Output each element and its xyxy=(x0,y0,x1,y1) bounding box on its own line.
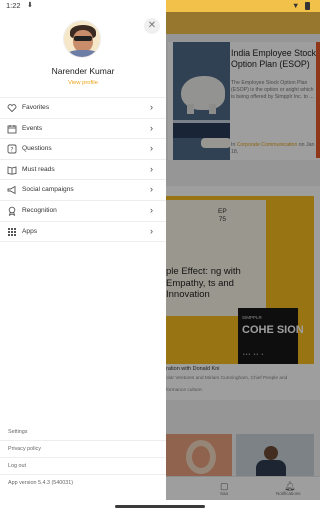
heart-icon xyxy=(7,104,17,113)
privacy-policy-link[interactable]: Privacy policy xyxy=(0,441,166,458)
menu-label: Events xyxy=(22,124,43,132)
menu-label: Social campaigns xyxy=(22,186,74,194)
chevron-right-icon: › xyxy=(150,163,153,174)
settings-link[interactable]: Settings xyxy=(0,424,166,441)
chevron-right-icon: › xyxy=(150,102,153,112)
close-icon[interactable]: ✕ xyxy=(144,18,160,34)
view-profile-link[interactable]: View profile xyxy=(0,80,166,86)
logout-link[interactable]: Log out xyxy=(0,458,166,475)
menu-label: Apps xyxy=(22,227,38,235)
megaphone-icon xyxy=(7,186,16,195)
apps-grid-icon xyxy=(8,227,16,236)
menu-item-apps[interactable]: Apps › xyxy=(0,222,166,243)
chevron-right-icon: › xyxy=(150,122,153,133)
menu-item-must-reads[interactable]: Must reads › xyxy=(0,160,166,181)
book-icon xyxy=(7,166,17,175)
chevron-right-icon: › xyxy=(150,184,153,195)
menu-label: Favorites xyxy=(22,104,50,111)
drawer-footer: Settings Privacy policy Log out App vers… xyxy=(0,424,166,492)
user-name: Narender Kumar xyxy=(51,66,115,76)
navigation-drawer: ✕ Narender Kumar View profile Favorites … xyxy=(0,0,166,500)
menu-item-events[interactable]: Events › xyxy=(0,119,166,140)
svg-text:?: ? xyxy=(10,147,13,154)
menu-item-favorites[interactable]: Favorites › xyxy=(0,98,166,119)
battery-icon xyxy=(305,2,310,10)
badge-icon xyxy=(8,206,16,216)
menu-label: Must reads xyxy=(22,165,55,173)
chevron-right-icon: › xyxy=(150,225,153,236)
menu-item-social-campaigns[interactable]: Social campaigns › xyxy=(0,180,166,201)
chevron-right-icon: › xyxy=(150,143,153,154)
calendar-icon xyxy=(7,124,17,134)
drawer-menu: Favorites › Events › ? Questions › Must … xyxy=(0,97,166,243)
download-icon: ⬇ xyxy=(27,2,33,9)
menu-item-recognition[interactable]: Recognition › xyxy=(0,201,166,222)
status-time: 1:22 xyxy=(6,1,21,10)
question-icon: ? xyxy=(7,144,17,154)
wifi-icon: ▼ xyxy=(292,1,300,10)
app-version: App version 5.4.3 (540031) xyxy=(8,480,74,486)
menu-item-questions[interactable]: ? Questions › xyxy=(0,139,166,160)
menu-label: Recognition xyxy=(22,206,57,214)
chevron-right-icon: › xyxy=(150,204,153,215)
home-gesture-pill[interactable] xyxy=(115,505,205,508)
avatar[interactable] xyxy=(63,20,101,58)
menu-label: Questions xyxy=(22,145,52,153)
